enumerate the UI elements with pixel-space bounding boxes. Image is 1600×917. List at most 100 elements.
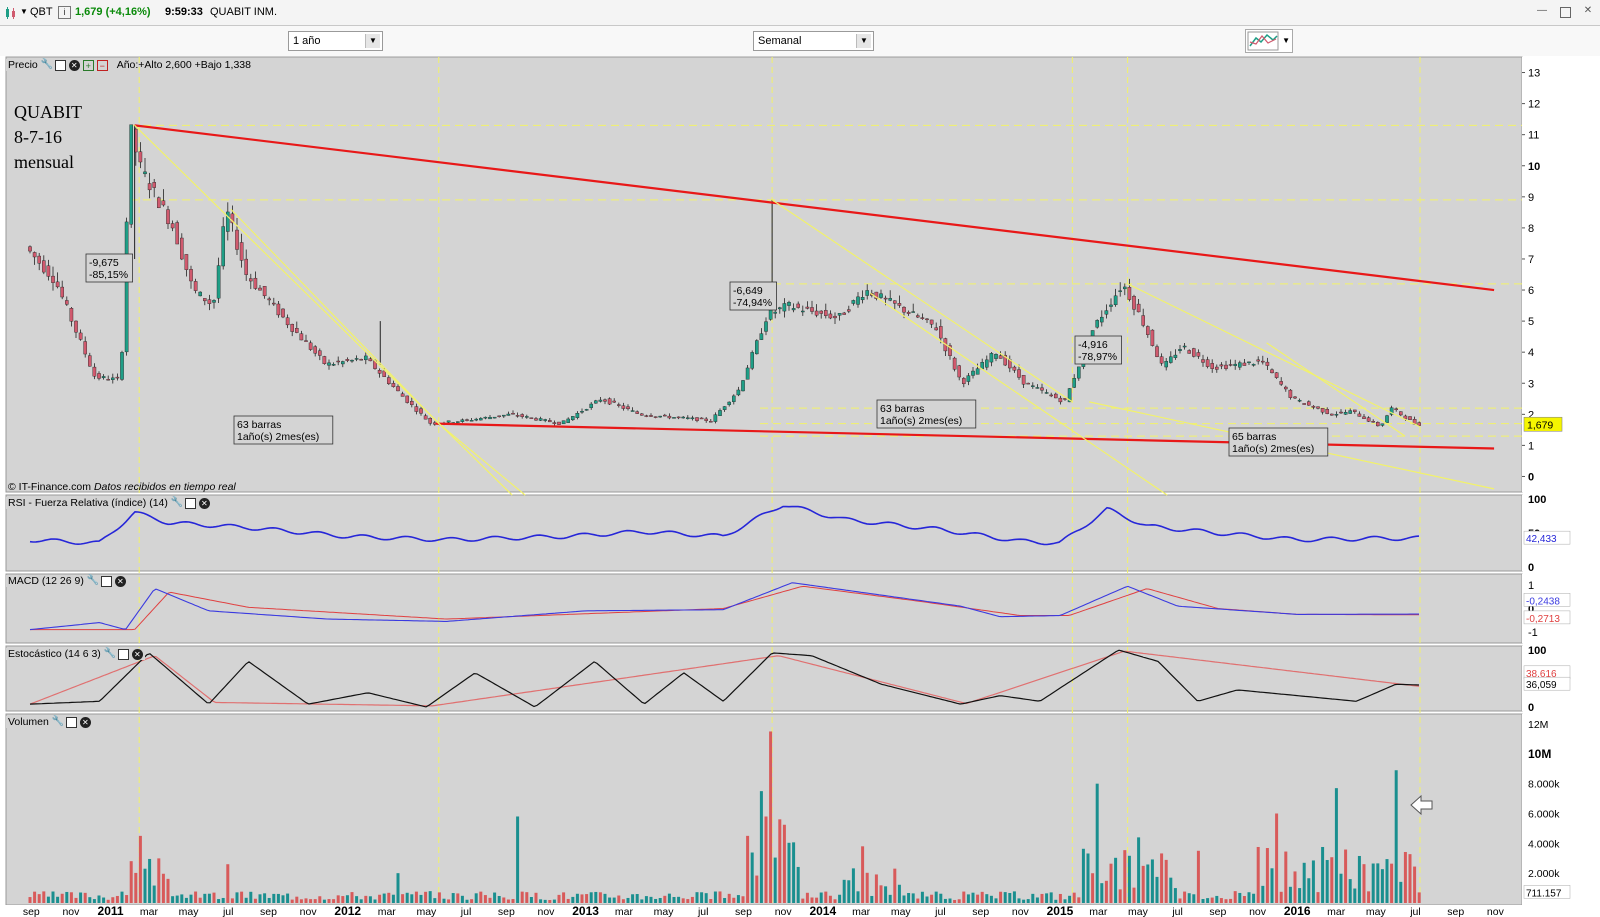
candle-body xyxy=(1357,413,1362,417)
window-icon[interactable] xyxy=(184,497,196,509)
candle-body xyxy=(801,310,805,313)
back-arrow-icon[interactable] xyxy=(1409,793,1435,817)
candle-body xyxy=(281,308,285,318)
volume-bar xyxy=(985,894,989,903)
volume-bar xyxy=(1072,892,1076,903)
wrench-icon[interactable]: 🔧 xyxy=(87,575,99,587)
candle-body xyxy=(1265,361,1270,366)
volume-bar xyxy=(511,899,515,903)
volume-bar xyxy=(378,894,382,903)
candle-body xyxy=(262,286,267,297)
candle-body xyxy=(796,303,800,308)
window-icon[interactable] xyxy=(54,59,66,71)
volume-bar xyxy=(1307,878,1311,903)
candle-body xyxy=(520,414,524,417)
candle-body xyxy=(382,370,387,377)
wrench-icon[interactable]: 🔧 xyxy=(171,497,183,509)
volume-bar xyxy=(575,893,579,903)
candle-body xyxy=(626,406,630,410)
volume-bar xyxy=(1137,837,1141,903)
window-icon[interactable] xyxy=(117,648,129,660)
volume-bar xyxy=(97,895,101,903)
bar-count-label-text: 65 barras xyxy=(1232,431,1276,443)
volume-bar xyxy=(387,892,391,903)
x-tick-label: nov xyxy=(62,906,80,917)
volume-bar xyxy=(1215,895,1219,903)
volume-bar xyxy=(1003,892,1007,903)
candle-body xyxy=(483,416,488,419)
volume-bar xyxy=(1210,897,1214,903)
close-icon[interactable]: ✕ xyxy=(131,648,143,660)
close-icon[interactable]: ✕ xyxy=(114,575,126,587)
volume-bar xyxy=(856,891,860,903)
candle-body xyxy=(143,171,147,175)
x-tick-label: sep xyxy=(1447,906,1464,917)
volume-bar xyxy=(1219,898,1223,903)
candle-body xyxy=(966,375,971,382)
candle-body xyxy=(1159,356,1164,364)
close-icon[interactable]: ✕ xyxy=(198,497,210,509)
candle-body xyxy=(837,313,842,316)
volume-bar xyxy=(1206,898,1210,903)
candle-body xyxy=(368,358,373,362)
volume-bar xyxy=(1417,892,1421,903)
wrench-icon[interactable]: 🔧 xyxy=(52,716,64,728)
volume-bar xyxy=(1022,899,1026,903)
wrench-icon[interactable]: 🔧 xyxy=(104,648,116,660)
volume-bar xyxy=(1049,892,1053,903)
candle-body xyxy=(557,421,561,425)
close-icon[interactable]: ✕ xyxy=(79,716,91,728)
price-tick-label: 7 xyxy=(1528,254,1534,266)
candle-body xyxy=(55,281,60,288)
candle-body xyxy=(189,269,193,282)
volume-bar xyxy=(1367,891,1371,903)
candle-body xyxy=(1030,385,1035,387)
wrench-icon[interactable]: 🔧 xyxy=(41,59,53,71)
window-icon[interactable] xyxy=(65,716,77,728)
candle-body xyxy=(594,400,598,404)
volume-bar xyxy=(562,892,566,903)
volume-bar xyxy=(152,885,156,903)
volume-bar xyxy=(240,891,244,903)
candle-body xyxy=(336,360,341,363)
candle-body xyxy=(1017,369,1021,378)
candle-body xyxy=(1122,286,1127,290)
bar-count-label-text: 63 barras xyxy=(237,419,281,431)
volume-bar xyxy=(1063,899,1067,903)
candle-body xyxy=(640,413,644,416)
candle-body xyxy=(1099,316,1104,323)
candle-body xyxy=(635,411,639,414)
candle-body xyxy=(658,415,662,418)
candle-body xyxy=(525,416,529,418)
add-panel-icon[interactable]: + xyxy=(82,59,94,71)
drop-label-text: -6,649 xyxy=(733,285,763,297)
drop-label-text: -9,675 xyxy=(89,257,119,269)
volume-bar xyxy=(69,892,73,903)
candle-body xyxy=(778,307,782,310)
volume-bar xyxy=(608,897,612,903)
candle-body xyxy=(1228,364,1233,366)
candle-body xyxy=(1072,378,1076,388)
volume-bar xyxy=(106,899,110,903)
volume-bar xyxy=(410,894,414,903)
volume-bar xyxy=(1012,891,1016,903)
x-tick-label: nov xyxy=(1012,906,1030,917)
volume-bar xyxy=(1311,860,1315,903)
candle-body xyxy=(479,418,483,421)
remove-panel-icon[interactable]: − xyxy=(96,59,108,71)
window-icon[interactable] xyxy=(100,575,112,587)
candle-body xyxy=(1224,364,1228,369)
chart-note: QUABIT 8-7-16 mensual xyxy=(14,100,82,175)
volume-bar xyxy=(253,898,257,903)
volume-bar xyxy=(401,894,405,903)
candle-body xyxy=(1352,409,1357,412)
candle-body xyxy=(1132,296,1136,310)
candle-body xyxy=(883,297,888,300)
candle-body xyxy=(1371,421,1375,423)
candle-body xyxy=(239,242,244,261)
close-icon[interactable]: ✕ xyxy=(68,59,80,71)
volume-bar xyxy=(28,897,32,903)
volume-bar xyxy=(51,891,55,903)
candle-body xyxy=(1219,364,1224,367)
volume-bar xyxy=(414,891,418,903)
